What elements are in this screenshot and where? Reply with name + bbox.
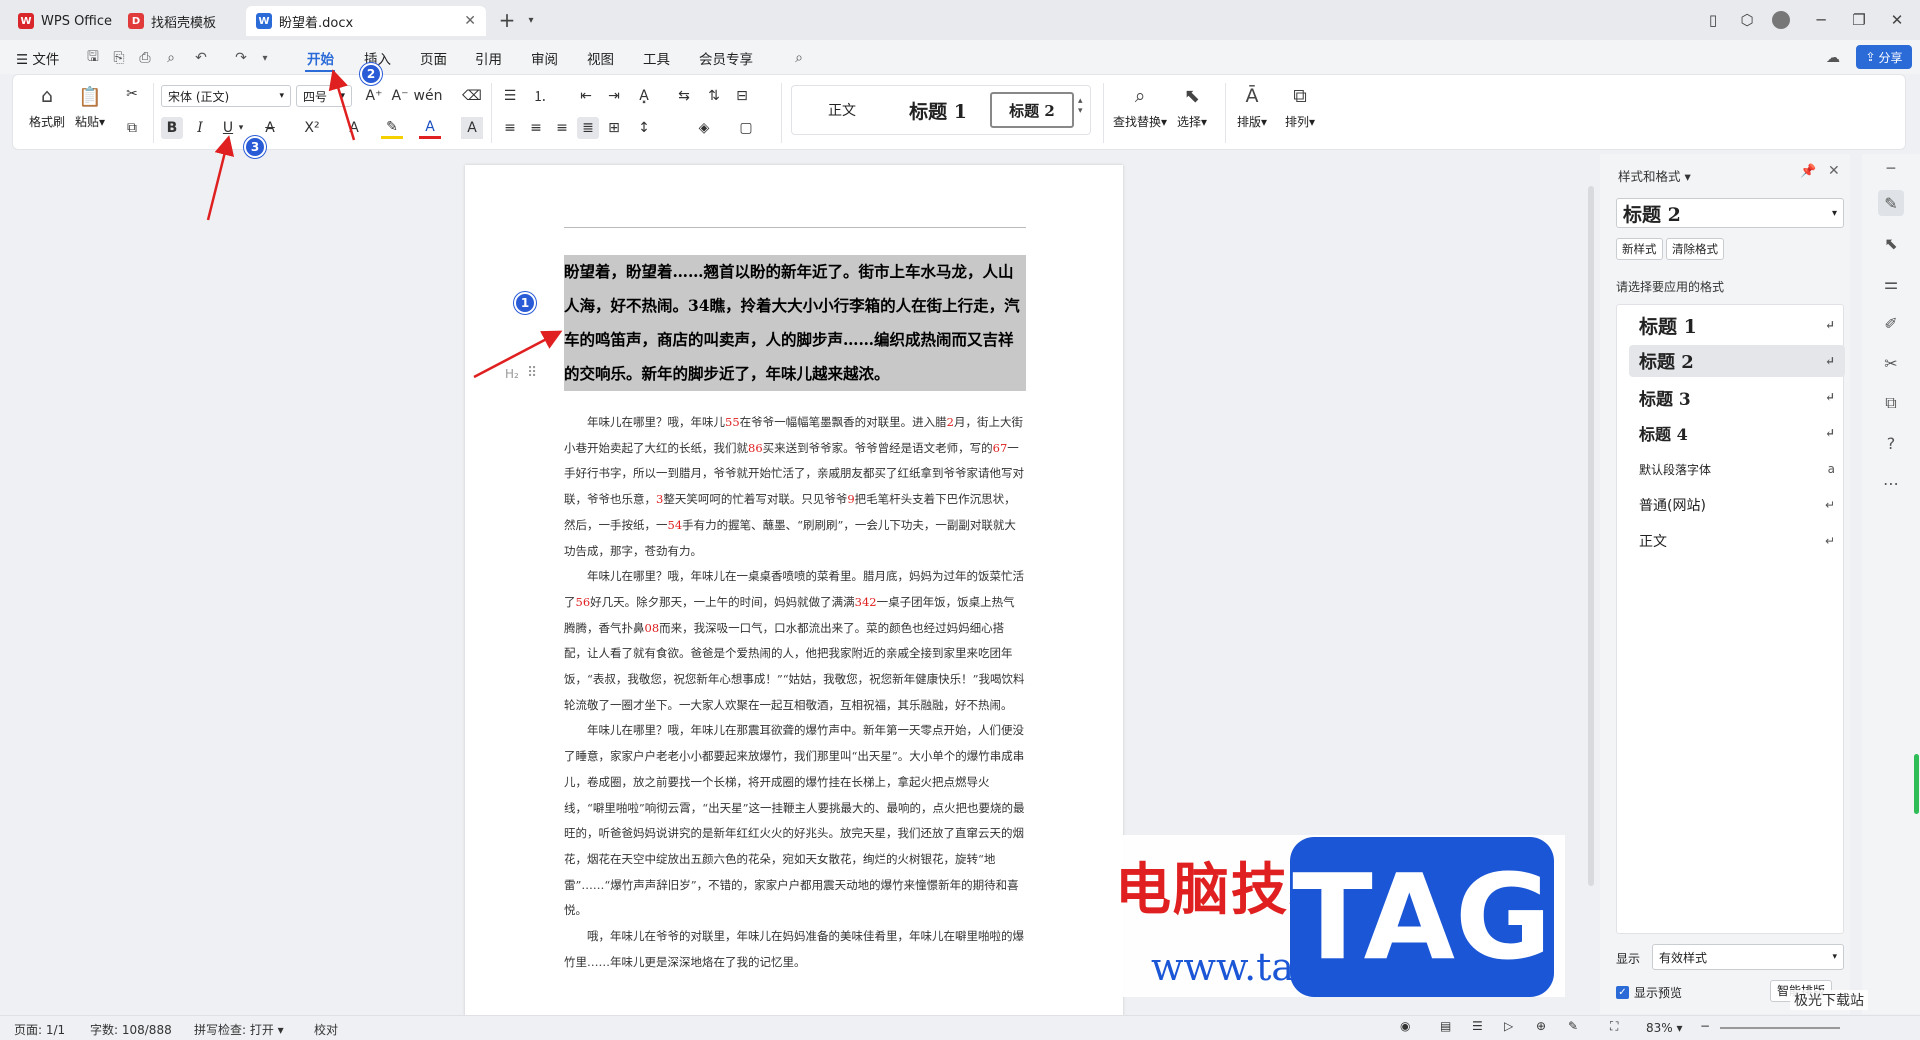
watermark-tag: TAG	[1290, 837, 1554, 997]
wps-window: W WPS Office D 找稻壳模板 W 盼望着.docx ✕ + ▾ ▯ …	[0, 0, 1920, 1040]
watermark-site: 极光下载站	[1790, 990, 1868, 1010]
callout-arrows	[206, 69, 563, 379]
arrow-to-home-tab	[328, 69, 356, 141]
arrow-to-underline	[206, 135, 235, 221]
arrow-to-heading	[473, 330, 563, 379]
